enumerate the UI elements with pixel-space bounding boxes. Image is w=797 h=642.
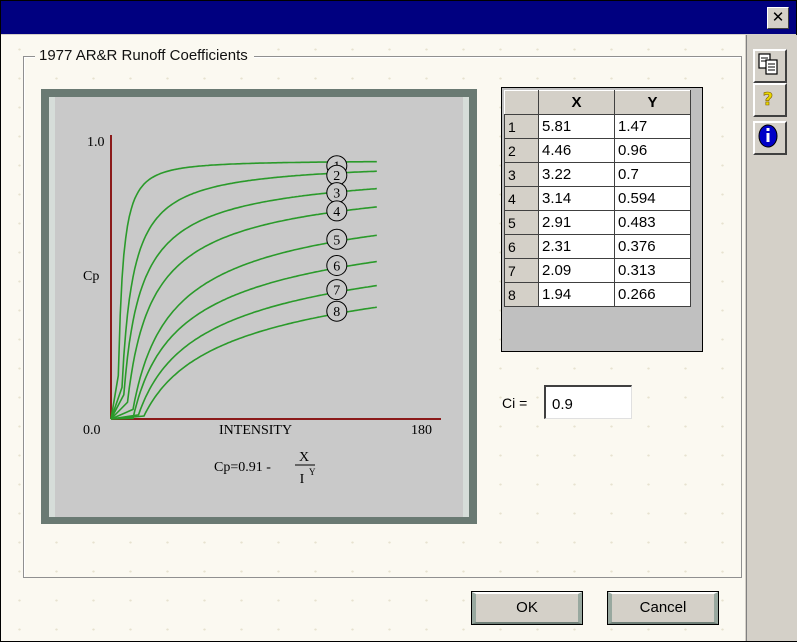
curve-marker-label-8: 8 (333, 305, 340, 320)
cell-x[interactable]: 1.94 (538, 282, 615, 307)
chart-svg: 12345678 1.0 Cp 0.0 INTENSITY 180 Cp=0.9… (49, 97, 469, 517)
coefficient-table: X Y 1 5.81 1.47 2 4.46 0.96 3 3.22 0.7 4 3.14 0.… (504, 90, 691, 307)
table-row: 1 5.81 1.47 (504, 114, 691, 139)
cell-y[interactable]: 1.47 (614, 114, 691, 139)
curve-marker-label-2: 2 (333, 169, 340, 184)
col-header-y: Y (614, 90, 691, 115)
cell-x[interactable]: 2.31 (538, 234, 615, 259)
table-row: 3 3.22 0.7 (504, 162, 691, 187)
curve-marker-label-3: 3 (333, 187, 340, 202)
row-header: 6 (504, 234, 539, 259)
row-header: 3 (504, 162, 539, 187)
info-icon (758, 124, 778, 148)
cell-x[interactable]: 4.46 (538, 138, 615, 163)
curve-marker-label-6: 6 (333, 260, 340, 275)
cell-y[interactable]: 0.594 (614, 186, 691, 211)
table-row: 7 2.09 0.313 (504, 258, 691, 283)
side-toolbar: ? (746, 35, 797, 641)
help-icon: ? (762, 89, 773, 111)
ci-label: Ci = (502, 395, 528, 411)
svg-text:?: ? (763, 89, 773, 110)
corner-cell (504, 90, 539, 115)
formula-denominator: I (300, 472, 305, 487)
col-header-x: X (538, 90, 615, 115)
row-header: 4 (504, 186, 539, 211)
cell-y[interactable]: 0.7 (614, 162, 691, 187)
group-title: 1977 AR&R Runoff Coefficients (35, 47, 254, 64)
cell-x[interactable]: 5.81 (538, 114, 615, 139)
row-header: 7 (504, 258, 539, 283)
curve-marker-label-4: 4 (333, 205, 340, 220)
runoff-chart-frame: 12345678 1.0 Cp 0.0 INTENSITY 180 Cp=0.9… (41, 89, 477, 524)
row-header: 2 (504, 138, 539, 163)
y-axis-label: Cp (83, 269, 99, 284)
x-max-label: 180 (411, 423, 432, 438)
formula-left: Cp=0.91 - (214, 460, 271, 475)
copy-button[interactable] (753, 49, 787, 83)
table-row: 5 2.91 0.483 (504, 210, 691, 235)
ci-input[interactable] (544, 385, 632, 419)
info-button[interactable] (753, 121, 787, 155)
table-row: 2 4.46 0.96 (504, 138, 691, 163)
coefficient-table-frame: X Y 1 5.81 1.47 2 4.46 0.96 3 3.22 0.7 4 3.14 0.… (501, 87, 703, 352)
dialog-window: ✕ ? 1977 AR&R Runoff Coefficients 2 3 4 … (0, 0, 797, 642)
cell-y[interactable]: 0.266 (614, 282, 691, 307)
cell-x[interactable]: 2.09 (538, 258, 615, 283)
formula-exponent: Y (309, 467, 316, 477)
row-header: 1 (504, 114, 539, 139)
curve-marker-label-5: 5 (333, 233, 340, 248)
table-row: 6 2.31 0.376 (504, 234, 691, 259)
close-button[interactable]: ✕ (767, 7, 789, 29)
y-bottom-label: 0.0 (83, 423, 101, 438)
cell-x[interactable]: 3.22 (538, 162, 615, 187)
cell-x[interactable]: 2.91 (538, 210, 615, 235)
help-button[interactable]: ? (753, 83, 787, 117)
ok-button[interactable]: OK (471, 591, 583, 625)
runoff-chart: 12345678 1.0 Cp 0.0 INTENSITY 180 Cp=0.9… (49, 97, 469, 517)
table-row: 8 1.94 0.266 (504, 282, 691, 307)
row-header: 5 (504, 210, 539, 235)
row-header: 8 (504, 282, 539, 307)
cell-y[interactable]: 0.483 (614, 210, 691, 235)
copy-icon (758, 53, 778, 75)
formula-numerator: X (299, 450, 309, 465)
cell-y[interactable]: 0.96 (614, 138, 691, 163)
cell-y[interactable]: 0.313 (614, 258, 691, 283)
x-axis-label: INTENSITY (219, 423, 292, 438)
cell-y[interactable]: 0.376 (614, 234, 691, 259)
cancel-button[interactable]: Cancel (607, 591, 719, 625)
curve-8 (110, 306, 377, 420)
title-bar: ✕ (1, 1, 796, 34)
curve-marker-label-7: 7 (333, 284, 340, 299)
y-top-label: 1.0 (87, 135, 105, 150)
table-row: 4 3.14 0.594 (504, 186, 691, 211)
cell-x[interactable]: 3.14 (538, 186, 615, 211)
